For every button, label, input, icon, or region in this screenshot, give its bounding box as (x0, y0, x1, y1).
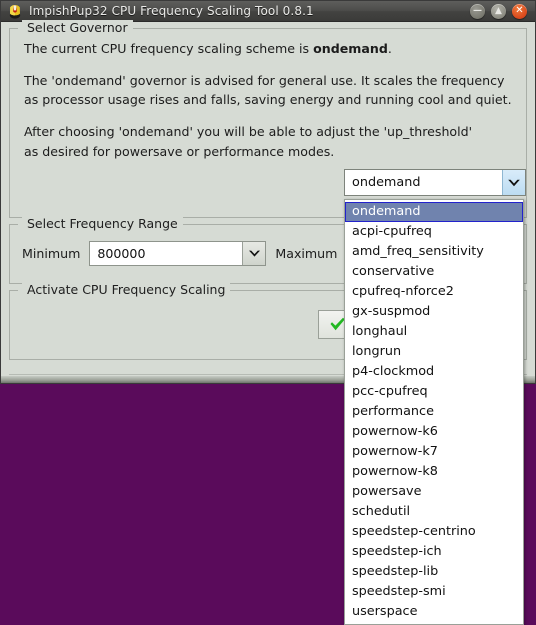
window-controls: — ▲ ✕ (470, 4, 531, 19)
governor-description-text: The 'ondemand' governor is advised for g… (24, 71, 512, 109)
governor-option[interactable]: speedstep-ich (345, 542, 523, 562)
governor-option[interactable]: acpi-cpufreq (345, 222, 523, 242)
chevron-down-icon[interactable] (242, 242, 265, 265)
governor-option[interactable]: longrun (345, 342, 523, 362)
governor-option[interactable]: powernow-k6 (345, 422, 523, 442)
governor-option[interactable]: speedstep-lib (345, 562, 523, 582)
governor-option[interactable]: powernow-k7 (345, 442, 523, 462)
governor-option[interactable]: longhaul (345, 322, 523, 342)
governor-threshold-text: After choosing 'ondemand' you will be ab… (24, 122, 512, 160)
current-scheme-prefix: The current CPU frequency scaling scheme… (24, 41, 313, 56)
minimum-frequency-combobox[interactable]: 800000 (89, 241, 266, 266)
governor-dropdown-list[interactable]: ondemandacpi-cpufreqamd_freq_sensitivity… (344, 199, 524, 625)
current-scheme-text: The current CPU frequency scaling scheme… (24, 39, 512, 58)
governor-option[interactable]: ondemand (345, 202, 523, 222)
governor-option[interactable]: powernow-k8 (345, 462, 523, 482)
puppy-icon (7, 3, 23, 19)
governor-option[interactable]: pcc-cpufreq (345, 382, 523, 402)
chevron-down-icon[interactable] (502, 170, 525, 195)
governor-combobox-value: ondemand (345, 170, 502, 195)
minimum-label: Minimum (22, 246, 80, 261)
governor-option[interactable]: gx-suspmod (345, 302, 523, 322)
window-titlebar[interactable]: ImpishPup32 CPU Frequency Scaling Tool 0… (1, 1, 535, 22)
governor-option[interactable]: amd_freq_sensitivity (345, 242, 523, 262)
governor-option[interactable]: p4-clockmod (345, 362, 523, 382)
close-button[interactable]: ✕ (512, 4, 527, 19)
governor-option[interactable]: cpufreq-nforce2 (345, 282, 523, 302)
maximum-label: Maximum (275, 246, 337, 261)
activate-scaling-legend: Activate CPU Frequency Scaling (22, 282, 230, 297)
governor-option[interactable]: conservative (345, 262, 523, 282)
select-frequency-range-legend: Select Frequency Range (22, 216, 183, 231)
governor-option[interactable]: schedutil (345, 502, 523, 522)
maximize-button[interactable]: ▲ (491, 4, 506, 19)
minimize-button[interactable]: — (470, 4, 485, 19)
governor-option[interactable]: powersave (345, 482, 523, 502)
window-title: ImpishPup32 CPU Frequency Scaling Tool 0… (29, 4, 470, 18)
governor-option[interactable]: speedstep-smi (345, 582, 523, 602)
current-scheme-value: ondemand (313, 41, 388, 56)
current-scheme-suffix: . (388, 41, 392, 56)
maximize-icon: ▲ (491, 4, 506, 19)
governor-combobox[interactable]: ondemand (344, 169, 526, 196)
governor-option[interactable]: performance (345, 402, 523, 422)
select-governor-content: The current CPU frequency scaling scheme… (10, 28, 526, 161)
minimize-icon: — (470, 4, 485, 19)
desktop-background: ImpishPup32 CPU Frequency Scaling Tool 0… (0, 0, 536, 602)
close-icon: ✕ (512, 4, 527, 19)
governor-option[interactable]: speedstep-centrino (345, 522, 523, 542)
governor-option[interactable]: userspace (345, 602, 523, 622)
select-governor-legend: Select Governor (22, 20, 133, 35)
application-window: ImpishPup32 CPU Frequency Scaling Tool 0… (0, 0, 536, 384)
minimum-frequency-value: 800000 (90, 242, 242, 265)
